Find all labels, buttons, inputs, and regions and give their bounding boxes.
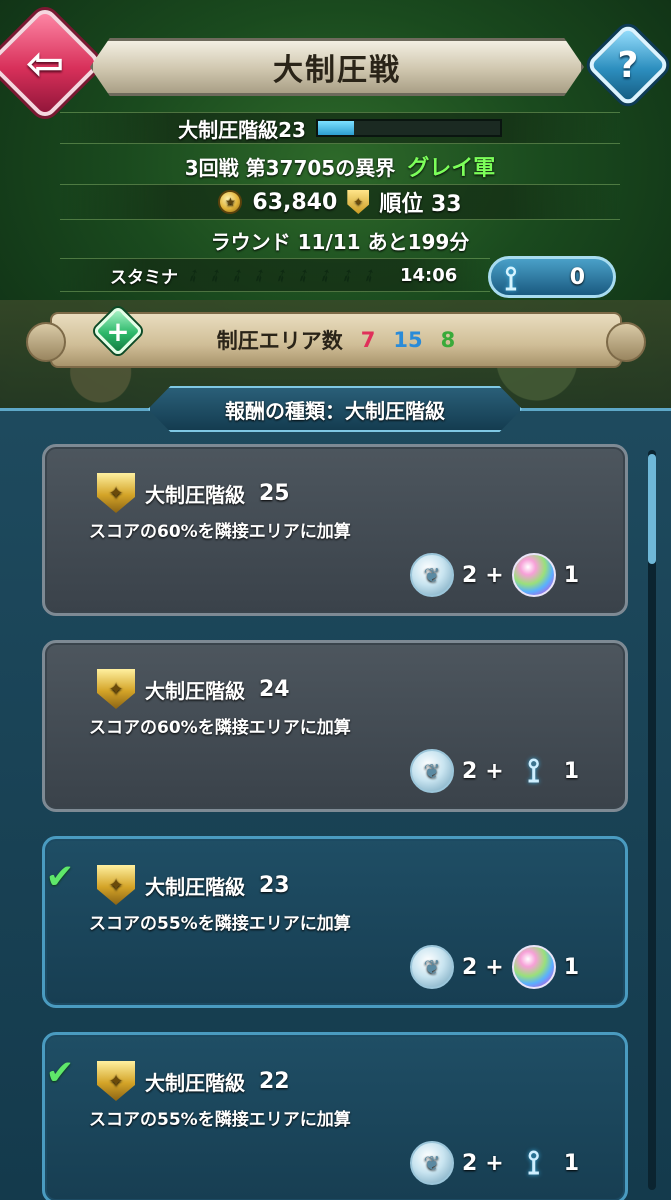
- orb-icon: [511, 945, 556, 989]
- round-row: ラウンド 11/11 あと199分: [60, 224, 620, 256]
- back-arrow-icon: ⇦: [25, 36, 65, 90]
- back-button[interactable]: ⇦: [0, 5, 103, 121]
- rank-shield-icon: ✦: [97, 1061, 135, 1101]
- page-title: 大制圧戦: [273, 53, 401, 88]
- dueling-crest-icon: ⟟: [527, 1143, 541, 1183]
- reward-description: スコアの60%を隣接エリアに加算: [89, 522, 351, 542]
- reward-card-title: ✦ 大制圧階級 24: [97, 669, 290, 709]
- rank-shield-icon: ✦: [347, 190, 370, 214]
- reward-rank-level: 22: [259, 1068, 290, 1094]
- score-row: ★ 63,840 ✦ 順位 33: [60, 184, 620, 220]
- title-banner: 大制圧戦: [90, 38, 584, 96]
- reward-rank-level: 23: [259, 872, 290, 898]
- help-button[interactable]: ?: [585, 22, 671, 108]
- reward-type-header: 報酬の種類：大制圧階級: [148, 386, 522, 432]
- score-value: 63,840: [252, 189, 338, 215]
- area-count-red: 7: [360, 328, 376, 352]
- reward-card: ✦ 大制圧階級 22 スコアの55%を隣接エリアに加算 ❦ 2 + ⟟ 1: [42, 1032, 628, 1200]
- battle-info: 3回戦 第37705の異界: [184, 155, 396, 180]
- feather-coin-icon: ❦: [409, 749, 454, 793]
- reward-items: ❦ 2 + ⟟ 1: [409, 1141, 579, 1185]
- rank-shield-icon: ✦: [97, 865, 135, 905]
- scrollbar[interactable]: [648, 450, 656, 1190]
- rank-shield-icon: ✦: [97, 669, 135, 709]
- dueling-crest-icon: ⟟: [504, 259, 518, 299]
- area-count-green: 8: [440, 328, 456, 352]
- battle-row: 3回戦 第37705の異界 グレイ軍: [60, 150, 620, 182]
- rank-label: 大制圧階級23: [178, 117, 306, 142]
- bonus-count: 1: [563, 562, 579, 588]
- reward-count: 2: [461, 758, 478, 784]
- reward-rank-label: 大制圧階級: [145, 678, 245, 703]
- orb-icon: [511, 553, 556, 597]
- reward-count: 2: [461, 1150, 478, 1176]
- reward-card-title: ✦ 大制圧階級 25: [97, 473, 290, 513]
- area-count-label: 制圧エリア数: [216, 329, 343, 353]
- rank-row: 大制圧階級23: [60, 112, 620, 144]
- plus-sign: +: [485, 1150, 504, 1176]
- reward-items: ❦ 2 +1: [409, 945, 579, 989]
- reward-description: スコアの55%を隣接エリアに加算: [89, 1110, 351, 1130]
- question-icon: ?: [617, 44, 639, 86]
- checkmark-icon: ✔: [45, 857, 75, 897]
- stamina-label: スタミナ: [110, 267, 178, 288]
- plus-icon: +: [106, 314, 130, 348]
- reward-count: 2: [461, 954, 478, 980]
- feather-coin-icon: ❦: [409, 1141, 454, 1185]
- reward-rank-label: 大制圧階級: [145, 482, 245, 507]
- plus-sign: +: [485, 954, 504, 980]
- reward-card: ✦ 大制圧階級 24 スコアの60%を隣接エリアに加算 ❦ 2 + ⟟ 1: [42, 640, 628, 812]
- stamina-timer: 14:06: [400, 264, 458, 286]
- dueling-crest-count: 0: [569, 264, 585, 290]
- header-area: ⇦ 大制圧戦 ? 大制圧階級23 3回戦 第37705の異界 グレイ軍 ★ 63…: [0, 0, 671, 410]
- rank-shield-icon: ✦: [97, 473, 135, 513]
- army-name: グレイ軍: [407, 156, 496, 181]
- reward-card: ✦ 大制圧階級 25 スコアの60%を隣接エリアに加算 ❦ 2 +1: [42, 444, 628, 616]
- score-medal-icon: ★: [218, 190, 243, 214]
- plus-sign: +: [485, 562, 504, 588]
- reward-rank-level: 24: [259, 676, 290, 702]
- round-info: ラウンド 11/11 あと199分: [210, 229, 470, 254]
- scroll-end-right: [606, 322, 646, 362]
- dueling-crest-counter[interactable]: ⟟ 0: [488, 256, 616, 299]
- rank-position: 順位 33: [379, 192, 462, 217]
- checkmark-icon: ✔: [45, 1053, 75, 1093]
- bonus-count: 1: [563, 1150, 579, 1176]
- reward-description: スコアの55%を隣接エリアに加算: [89, 914, 351, 934]
- area-count-scroll: 制圧エリア数 7 15 8: [26, 312, 646, 368]
- dueling-crest-icon: ⟟: [527, 751, 541, 791]
- scrollbar-thumb[interactable]: [648, 454, 656, 564]
- reward-items: ❦ 2 +1: [409, 553, 579, 597]
- stamina-slots: ➶ ➶ ➶ ➶ ➶ ➶ ➶ ➶ ➶: [182, 263, 382, 289]
- reward-type-label: 報酬の種類：大制圧階級: [225, 398, 445, 423]
- scroll-end-left: [26, 322, 66, 362]
- plus-sign: +: [485, 758, 504, 784]
- reward-card-title: ✦ 大制圧階級 23: [97, 865, 290, 905]
- reward-rank-label: 大制圧階級: [145, 1070, 245, 1095]
- reward-card-title: ✦ 大制圧階級 22: [97, 1061, 290, 1101]
- stamina-row: スタミナ ➶ ➶ ➶ ➶ ➶ ➶ ➶ ➶ ➶ 14:06: [60, 258, 490, 292]
- stamina-slot-icon: ➶: [357, 262, 382, 289]
- reward-rank-level: 25: [259, 480, 290, 506]
- reward-items: ❦ 2 + ⟟ 1: [409, 749, 579, 793]
- rank-progress-bar: [315, 119, 502, 137]
- bonus-count: 1: [563, 758, 579, 784]
- reward-rank-label: 大制圧階級: [145, 874, 245, 899]
- bonus-count: 1: [563, 954, 579, 980]
- rank-progress-fill: [317, 121, 355, 135]
- reward-card: ✦ 大制圧階級 23 スコアの55%を隣接エリアに加算 ❦ 2 +1: [42, 836, 628, 1008]
- reward-description: スコアの60%を隣接エリアに加算: [89, 718, 351, 738]
- feather-coin-icon: ❦: [409, 945, 454, 989]
- feather-coin-icon: ❦: [409, 553, 454, 597]
- area-count-blue: 15: [393, 328, 423, 352]
- reward-count: 2: [461, 562, 478, 588]
